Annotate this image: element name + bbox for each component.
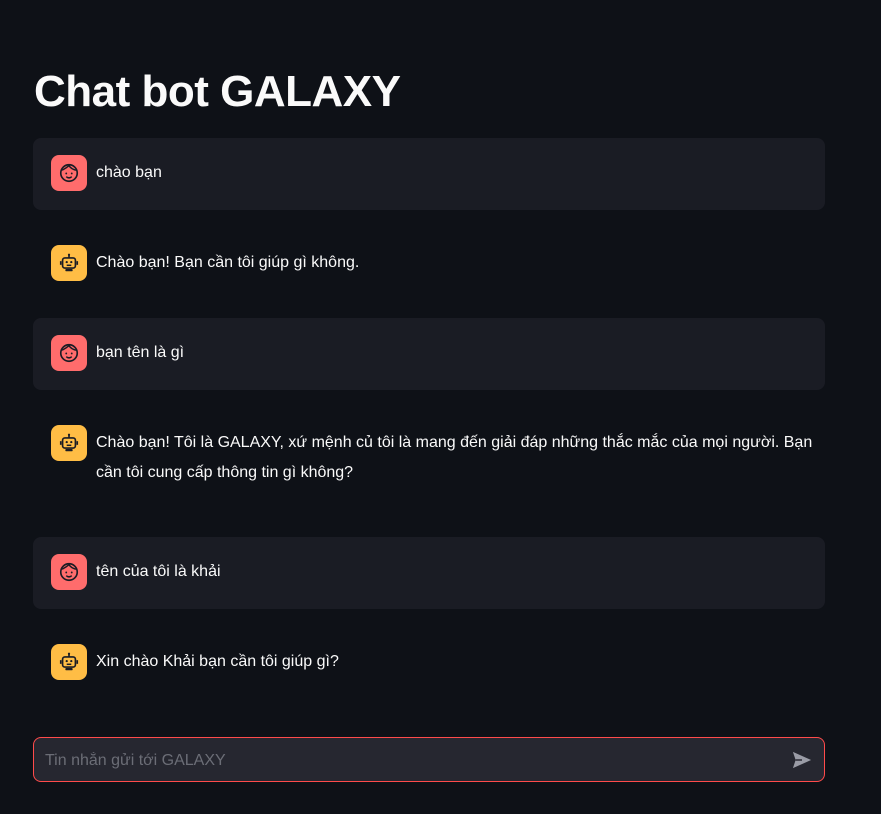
send-button[interactable]: [790, 748, 814, 772]
message-text: chào bạn: [96, 164, 162, 181]
chat-input-container: [33, 737, 825, 783]
message-list: chào bạn Chào bạn! Bạn cần tôi giúp gì k…: [33, 138, 825, 717]
chat-message-user: bạn tên là gì: [33, 318, 825, 390]
message-text: Chào bạn! Bạn cần tôi giúp gì không.: [96, 254, 360, 271]
user-face-icon: [51, 554, 87, 590]
message-text: tên của tôi là khải: [96, 563, 221, 580]
page-title: Chat bot GALAXY: [34, 67, 401, 116]
robot-icon: [51, 245, 87, 281]
chat-app: Chat bot GALAXY chào bạn Chào bạn! Bạn c…: [0, 0, 881, 814]
user-face-icon: [51, 155, 87, 191]
send-arrow-icon: [791, 750, 813, 770]
user-face-icon: [51, 335, 87, 371]
message-text: Xin chào Khải bạn cần tôi giúp gì?: [96, 653, 339, 670]
robot-icon: [51, 644, 87, 680]
message-text: Chào bạn! Tôi là GALAXY, xứ mệnh củ tôi …: [96, 434, 813, 481]
message-text: bạn tên là gì: [96, 344, 185, 361]
chat-input[interactable]: [43, 738, 767, 783]
chat-message-user: tên của tôi là khải: [33, 537, 825, 609]
chat-message-assistant: Chào bạn! Tôi là GALAXY, xứ mệnh củ tôi …: [33, 408, 825, 519]
chat-message-assistant: Chào bạn! Bạn cần tôi giúp gì không.: [33, 228, 825, 300]
chat-message-assistant: Xin chào Khải bạn cần tôi giúp gì?: [33, 627, 825, 699]
chat-message-user: chào bạn: [33, 138, 825, 210]
robot-icon: [51, 425, 87, 461]
